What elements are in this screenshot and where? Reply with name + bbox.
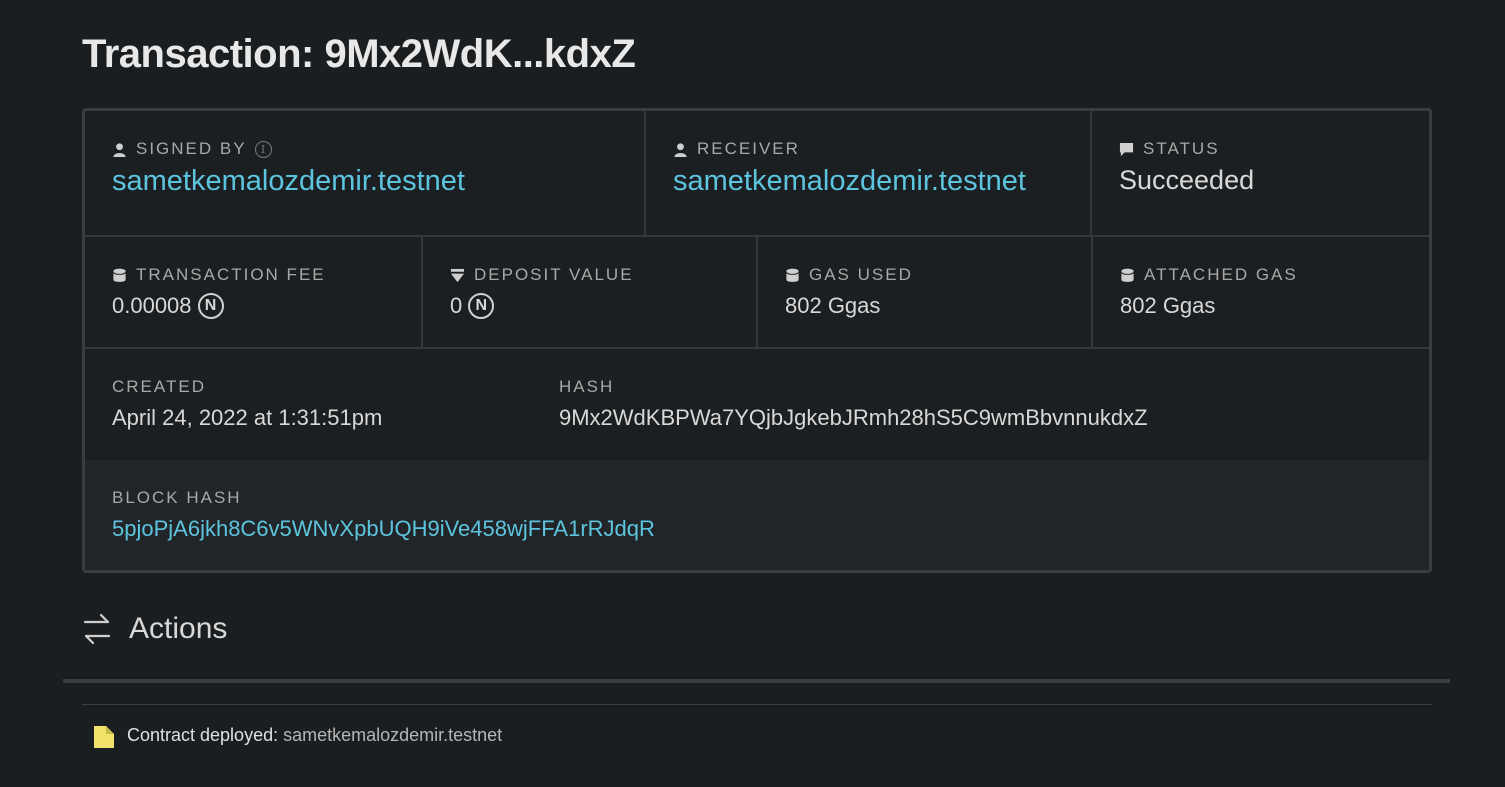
hash-value: 9Mx2WdKBPWa7YQjbJgkebJRmh28hS5C9wmBbvnnu…	[559, 405, 1148, 430]
status-cell: Status Succeeded	[1092, 111, 1429, 235]
action-item-value[interactable]: sametkemalozdemir.testnet	[283, 725, 502, 746]
hash-cell: Hash 9Mx2WdKBPWa7YQjbJgkebJRmh28hS5C9wmB…	[532, 349, 1429, 460]
actions-title: Actions	[129, 612, 228, 645]
summary-row-created-hash: Created April 24, 2022 at 1:31:51pm Hash…	[85, 349, 1429, 460]
summary-row-parties: Signed by i sametkemalozdemir.testnet Re…	[85, 111, 1429, 237]
deposit-value: 0	[450, 293, 463, 318]
coins-icon	[786, 268, 799, 282]
file-icon	[94, 726, 114, 748]
created-cell: Created April 24, 2022 at 1:31:51pm	[85, 349, 532, 460]
receiver-cell: Receiver sametkemalozdemir.testnet	[646, 111, 1092, 235]
block-hash-label: Block hash	[112, 488, 242, 507]
action-list-divider	[82, 704, 1432, 705]
transaction-fee-cell: Transaction fee 0.00008 N	[85, 237, 423, 347]
status-value: Succeeded	[1119, 165, 1255, 195]
attached-gas-cell: Attached gas 802 Ggas	[1093, 237, 1429, 347]
transaction-summary-card: Signed by i sametkemalozdemir.testnet Re…	[82, 108, 1432, 573]
hash-label: Hash	[559, 377, 615, 396]
attached-gas-label: Attached gas	[1144, 265, 1298, 284]
action-item-label: Contract deployed:	[127, 724, 279, 745]
transaction-fee-label-row: Transaction fee	[112, 265, 421, 285]
gas-used-label: Gas used	[809, 265, 913, 284]
summary-row-block-hash: Block hash 5pjoPjA6jkh8C6v5WNvXpbUQH9iVe…	[85, 460, 1429, 570]
coins-icon	[1121, 268, 1134, 282]
attached-gas-label-row: Attached gas	[1120, 265, 1429, 285]
receiver-label-row: Receiver	[673, 139, 1090, 159]
actions-divider	[63, 679, 1450, 683]
info-icon[interactable]: i	[254, 140, 272, 158]
receiver-account-link[interactable]: sametkemalozdemir.testnet	[673, 165, 1090, 198]
deposit-value-label-row: Deposit value	[450, 265, 756, 285]
filter-icon	[450, 268, 465, 282]
coins-icon	[113, 268, 126, 282]
block-hash-cell: Block hash 5pjoPjA6jkh8C6v5WNvXpbUQH9iVe…	[85, 460, 1429, 570]
near-icon: N	[468, 293, 495, 319]
actions-header: Actions	[82, 612, 227, 646]
swap-arrows-icon	[83, 613, 111, 645]
status-label-row: Status	[1119, 139, 1429, 159]
comment-icon	[1119, 142, 1134, 156]
attached-gas-value: 802 Ggas	[1120, 293, 1216, 318]
status-label: Status	[1143, 139, 1220, 158]
deposit-value-row: 0 N	[450, 293, 756, 319]
user-icon	[113, 142, 126, 157]
signer-account-link[interactable]: sametkemalozdemir.testnet	[112, 165, 644, 198]
created-label: Created	[112, 377, 206, 396]
action-item: Contract deployed: sametkemalozdemir.tes…	[94, 722, 502, 748]
near-icon: N	[197, 293, 224, 319]
page-title: Transaction: 9Mx2WdK...kdxZ	[82, 32, 636, 76]
gas-used-value: 802 Ggas	[785, 293, 881, 318]
signed-by-cell: Signed by i sametkemalozdemir.testnet	[85, 111, 646, 235]
transaction-fee-label: Transaction fee	[136, 265, 326, 284]
deposit-value-label: Deposit value	[474, 265, 634, 284]
block-hash-link[interactable]: 5pjoPjA6jkh8C6v5WNvXpbUQH9iVe458wjFFA1rR…	[112, 516, 1429, 542]
transaction-fee-value: 0.00008	[112, 293, 192, 318]
summary-row-amounts: Transaction fee 0.00008 N Deposit value …	[85, 237, 1429, 349]
user-icon	[674, 142, 687, 157]
deposit-value-cell: Deposit value 0 N	[423, 237, 758, 347]
gas-used-cell: Gas used 802 Ggas	[758, 237, 1093, 347]
signed-by-label: Signed by	[136, 139, 247, 158]
signed-by-label-row: Signed by i	[112, 139, 644, 159]
created-value: April 24, 2022 at 1:31:51pm	[112, 405, 383, 430]
transaction-fee-value-row: 0.00008 N	[112, 293, 421, 319]
gas-used-label-row: Gas used	[785, 265, 1091, 285]
receiver-label: Receiver	[697, 139, 800, 158]
